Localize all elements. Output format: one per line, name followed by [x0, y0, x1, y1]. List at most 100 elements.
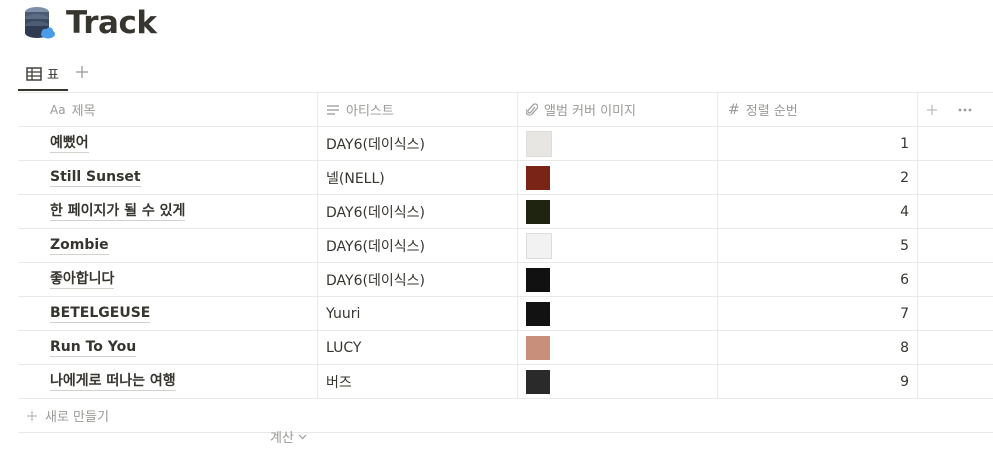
artist-cell[interactable]: 넬(NELL): [318, 161, 518, 194]
page-title: Track: [66, 5, 157, 41]
artist-name: DAY6(데이식스): [326, 238, 425, 255]
artist-name: Yuuri: [326, 305, 361, 322]
track-title[interactable]: 한 페이지가 될 수 있게: [50, 203, 186, 221]
title-cell[interactable]: 좋아합니다: [18, 263, 318, 296]
empty-cell: [918, 365, 993, 398]
order-cell[interactable]: 1: [718, 127, 918, 160]
artist-cell[interactable]: DAY6(데이식스): [318, 127, 518, 160]
title-cell[interactable]: BETELGEUSE: [18, 297, 318, 330]
tab-table-label: 표: [47, 68, 59, 83]
sort-order-value: 7: [900, 305, 909, 322]
sort-order-value: 4: [900, 203, 909, 220]
table-row[interactable]: Zombie DAY6(데이식스) 5: [18, 229, 993, 263]
add-property-icon[interactable]: [926, 104, 938, 116]
sort-order-value: 9: [900, 373, 909, 390]
artist-cell[interactable]: DAY6(데이식스): [318, 195, 518, 228]
artist-cell[interactable]: 버즈: [318, 365, 518, 398]
sort-order-value: 8: [900, 339, 909, 356]
table-row[interactable]: 예뻤어 DAY6(데이식스) 1: [18, 127, 993, 161]
artist-cell[interactable]: DAY6(데이식스): [318, 229, 518, 262]
calculate-label: 계산: [270, 431, 294, 446]
add-view-icon[interactable]: [74, 64, 90, 80]
hash-icon: #: [728, 101, 740, 118]
column-header-title[interactable]: Aa 제목: [18, 93, 318, 126]
title-cell[interactable]: 한 페이지가 될 수 있게: [18, 195, 318, 228]
album-cover-thumbnail[interactable]: [526, 130, 552, 157]
track-title[interactable]: Still Sunset: [50, 169, 141, 187]
album-cover-thumbnail[interactable]: [526, 301, 550, 326]
album-cover-thumbnail[interactable]: [526, 232, 552, 259]
track-title[interactable]: 좋아합니다: [50, 271, 115, 289]
view-tabs: 표: [18, 58, 993, 91]
new-row-button[interactable]: 새로 만들기: [18, 399, 993, 433]
table-row[interactable]: 나에게로 떠나는 여행 버즈 9: [18, 365, 993, 399]
lines-icon: [327, 104, 339, 115]
order-cell[interactable]: 4: [718, 195, 918, 228]
track-title[interactable]: Zombie: [50, 237, 109, 255]
cover-cell[interactable]: [518, 229, 718, 262]
aa-text-icon: Aa: [50, 102, 66, 117]
title-cell[interactable]: 나에게로 떠나는 여행: [18, 365, 318, 398]
cover-cell[interactable]: [518, 161, 718, 194]
table-row[interactable]: 한 페이지가 될 수 있게 DAY6(데이식스) 4: [18, 195, 993, 229]
track-title[interactable]: BETELGEUSE: [50, 305, 151, 323]
tab-table[interactable]: 표: [18, 58, 68, 91]
cover-cell[interactable]: [518, 365, 718, 398]
artist-name: LUCY: [326, 339, 362, 356]
track-title[interactable]: Run To You: [50, 339, 137, 357]
artist-cell[interactable]: Yuuri: [318, 297, 518, 330]
cover-cell[interactable]: [518, 195, 718, 228]
table-icon: [26, 66, 42, 81]
column-header-label: 아티스트: [346, 104, 394, 119]
table-row[interactable]: Still Sunset 넬(NELL) 2: [18, 161, 993, 195]
artist-name: DAY6(데이식스): [326, 136, 425, 153]
title-cell[interactable]: Run To You: [18, 331, 318, 364]
track-title[interactable]: 나에게로 떠나는 여행: [50, 373, 176, 391]
column-header-label: 앨범 커버 이미지: [544, 104, 636, 119]
table-row[interactable]: Run To You LUCY 8: [18, 331, 993, 365]
empty-cell: [918, 229, 993, 262]
table-body: 예뻤어 DAY6(데이식스) 1 Still Sunset 넬(NELL) 2 한 페이지가…: [18, 127, 993, 399]
table-row[interactable]: 좋아합니다 DAY6(데이식스) 6: [18, 263, 993, 297]
artist-cell[interactable]: LUCY: [318, 331, 518, 364]
column-header-actions: [918, 93, 993, 126]
title-cell[interactable]: Still Sunset: [18, 161, 318, 194]
column-header-artist[interactable]: 아티스트: [318, 93, 518, 126]
column-header-order[interactable]: # 정렬 순번: [718, 93, 918, 126]
cover-cell[interactable]: [518, 331, 718, 364]
column-header-label: 정렬 순번: [745, 104, 798, 119]
artist-name: 넬(NELL): [326, 170, 385, 187]
empty-cell: [918, 297, 993, 330]
title-cell[interactable]: Zombie: [18, 229, 318, 262]
order-cell[interactable]: 8: [718, 331, 918, 364]
sort-order-value: 6: [900, 271, 909, 288]
order-cell[interactable]: 7: [718, 297, 918, 330]
cover-cell[interactable]: [518, 127, 718, 160]
artist-name: DAY6(데이식스): [326, 272, 425, 289]
more-options-icon[interactable]: [958, 108, 972, 112]
album-cover-thumbnail[interactable]: [526, 165, 550, 190]
track-title[interactable]: 예뻤어: [50, 135, 89, 153]
artist-cell[interactable]: DAY6(데이식스): [318, 263, 518, 296]
cover-cell[interactable]: [518, 263, 718, 296]
order-cell[interactable]: 5: [718, 229, 918, 262]
sort-order-value: 5: [900, 237, 909, 254]
plus-icon: [27, 410, 37, 421]
album-cover-thumbnail[interactable]: [526, 335, 550, 360]
column-header-cover[interactable]: 앨범 커버 이미지: [518, 93, 718, 126]
order-cell[interactable]: 6: [718, 263, 918, 296]
table-row[interactable]: BETELGEUSE Yuuri 7: [18, 297, 993, 331]
artist-name: DAY6(데이식스): [326, 204, 425, 221]
album-cover-thumbnail[interactable]: [526, 267, 550, 292]
database-table: Aa 제목 아티스트 앨범 커버 이미지 # 정렬 순번 예뻤어 DAY6(데이…: [18, 92, 993, 433]
empty-cell: [918, 161, 993, 194]
new-row-label: 새로 만들기: [45, 410, 109, 425]
cover-cell[interactable]: [518, 297, 718, 330]
order-cell[interactable]: 2: [718, 161, 918, 194]
album-cover-thumbnail[interactable]: [526, 369, 550, 394]
calculate-button[interactable]: 계산: [270, 427, 307, 446]
order-cell[interactable]: 9: [718, 365, 918, 398]
album-cover-thumbnail[interactable]: [526, 199, 550, 224]
title-cell[interactable]: 예뻤어: [18, 127, 318, 160]
empty-cell: [918, 127, 993, 160]
